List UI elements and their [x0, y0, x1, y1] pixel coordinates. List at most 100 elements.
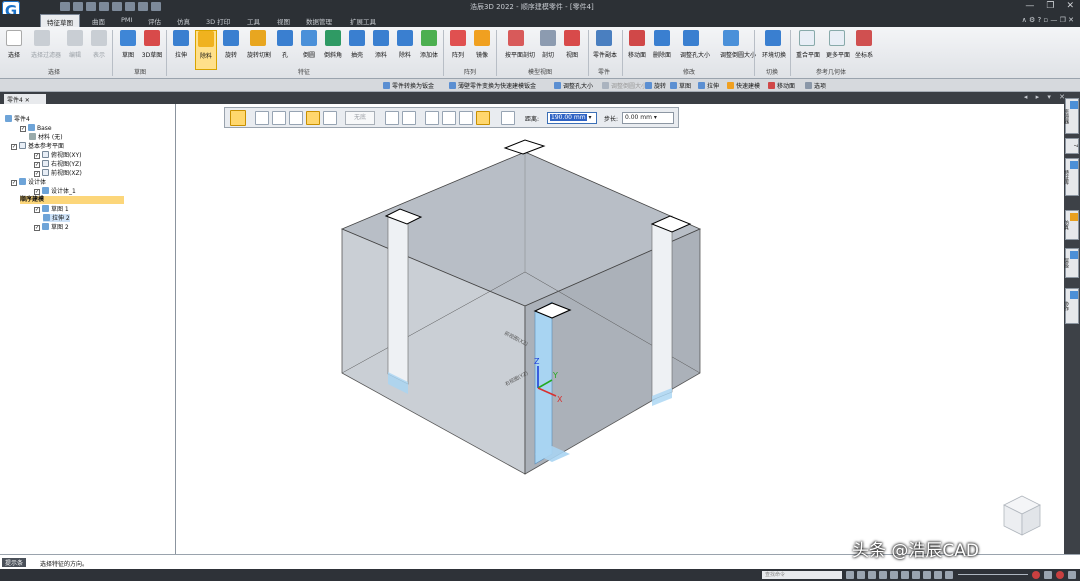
- remove-material-button[interactable]: 除料: [394, 30, 416, 59]
- extent-to-next-icon[interactable]: [442, 111, 456, 125]
- move-face-button[interactable]: 移动面: [626, 30, 648, 59]
- graphics-viewport[interactable]: Z Y X 前视图(XZ) 右视图(YZ): [176, 104, 1064, 554]
- pan-icon[interactable]: [879, 571, 887, 579]
- tree-item-yz-plane[interactable]: ✓ 右视图(YZ): [34, 160, 81, 168]
- resize-hole-button[interactable]: 调整孔大小: [680, 30, 710, 59]
- model-3d-view[interactable]: Z Y X 前视图(XZ) 右视图(YZ): [176, 104, 1064, 554]
- tree-item-design-body[interactable]: ✓ 设计体: [11, 178, 46, 186]
- resize-fillet-button[interactable]: 调整倒圆大小: [720, 30, 756, 59]
- revolve-button[interactable]: 旋转: [220, 30, 242, 59]
- tree-item-xy-plane[interactable]: ✓ 俯视图(XY): [34, 151, 81, 159]
- quick-modeling-command[interactable]: 快速建模: [727, 81, 760, 90]
- zoom-slider[interactable]: [958, 574, 1028, 575]
- treatment-icon[interactable]: [306, 111, 320, 125]
- move-face-command[interactable]: 移动面: [768, 81, 795, 90]
- tree-item-design-body-1[interactable]: ✓ 设计体_1: [34, 187, 76, 195]
- tab-simulation[interactable]: 仿真: [177, 16, 190, 26]
- tree-item-material[interactable]: 材料 (无): [29, 133, 63, 141]
- zoom-icon[interactable]: [857, 571, 865, 579]
- print-icon[interactable]: [125, 2, 135, 11]
- simulation-tab[interactable]: 仿真: [1063, 210, 1079, 240]
- settings-icon[interactable]: [151, 2, 161, 11]
- checkbox[interactable]: ✓: [11, 180, 17, 186]
- undo-icon[interactable]: [99, 2, 109, 11]
- mode-field[interactable]: 无底: [345, 111, 375, 125]
- command-search-input[interactable]: 查找命令: [762, 571, 842, 579]
- coincident-plane-button[interactable]: 重合平面: [796, 30, 820, 59]
- sketch-command[interactable]: 草图: [670, 81, 691, 90]
- ribbon-controls[interactable]: ∧ ⚙ ? ▫ — ❐ ✕: [1022, 16, 1074, 24]
- distance-input[interactable]: 190.00 mm ▾: [547, 112, 597, 124]
- help-panel-tab[interactable]: 7: [1065, 138, 1079, 154]
- checkbox[interactable]: ✓: [34, 225, 40, 231]
- redo-icon[interactable]: [112, 2, 122, 11]
- edit-button[interactable]: 编辑: [64, 30, 86, 59]
- open-file-icon[interactable]: [73, 2, 83, 11]
- environment-switch-button[interactable]: 环境切换: [762, 30, 786, 59]
- tab-data-management[interactable]: 数据管理: [306, 16, 332, 26]
- tree-item-base-planes[interactable]: ✓ 基本参考平面: [11, 142, 64, 150]
- document-nav[interactable]: ◂ ▸ ▾ ✕: [1024, 93, 1068, 101]
- measure-icon[interactable]: [138, 2, 148, 11]
- record-icon[interactable]: [1032, 571, 1040, 579]
- fit-icon[interactable]: [868, 571, 876, 579]
- revolve-cut-button[interactable]: 旋转切割: [247, 30, 271, 59]
- options-icon[interactable]: [501, 111, 515, 125]
- checkbox[interactable]: ✓: [11, 144, 17, 150]
- checkbox[interactable]: ✓: [34, 189, 40, 195]
- tab-3d-print[interactable]: 3D 打印: [206, 16, 230, 26]
- coordinate-system-button[interactable]: 坐标系: [853, 30, 875, 59]
- display-style-icon[interactable]: [934, 571, 942, 579]
- tab-evaluate[interactable]: 评估: [148, 16, 161, 26]
- resource-panel-tab[interactable]: 资源器: [1063, 98, 1079, 134]
- convert-to-sheetmetal-command[interactable]: 零件转换为钣金: [383, 81, 434, 90]
- cut-button[interactable]: 除料: [195, 30, 217, 70]
- 3d-sketch-button[interactable]: 3D草图: [141, 30, 163, 59]
- plane-section-button[interactable]: 按平面剖切: [505, 30, 535, 59]
- delete-face-button[interactable]: 删除面: [651, 30, 673, 59]
- layers-tab[interactable]: 层级: [1063, 248, 1079, 278]
- part-copy-button[interactable]: 零件副本: [593, 30, 617, 59]
- save-icon[interactable]: [86, 2, 96, 11]
- step-icon[interactable]: [230, 110, 246, 126]
- spin-icon[interactable]: [901, 571, 909, 579]
- maximize-button[interactable]: ❐: [1046, 1, 1054, 11]
- thinwall-to-sheetmetal-command[interactable]: 薄壁零件变换为快速建模钣金: [449, 81, 536, 90]
- pattern-button[interactable]: 阵列: [447, 30, 469, 59]
- checkbox[interactable]: ✓: [34, 153, 40, 159]
- select-filter-button[interactable]: 选择过滤器: [31, 30, 61, 59]
- resize-fillet-command[interactable]: 调整倒圆大小: [602, 81, 647, 90]
- close-icon[interactable]: ✕: [25, 97, 30, 104]
- extent-icon[interactable]: [289, 111, 303, 125]
- profile-icon[interactable]: [255, 111, 269, 125]
- revolve-command[interactable]: 旋转: [645, 81, 666, 90]
- checkbox[interactable]: ✓: [34, 162, 40, 168]
- body-select-icon[interactable]: [323, 111, 337, 125]
- tab-view[interactable]: 视图: [277, 16, 290, 26]
- sketch-plane-icon[interactable]: [272, 111, 286, 125]
- tree-item-sketch-1[interactable]: ✓ 草图 1: [34, 205, 69, 213]
- checkbox[interactable]: ✓: [34, 207, 40, 213]
- direction-icon[interactable]: [402, 111, 416, 125]
- sketch-button[interactable]: 草图: [117, 30, 139, 59]
- fillet-button[interactable]: 倒圆: [298, 30, 320, 59]
- options-command[interactable]: 选项: [805, 81, 826, 90]
- feature-library-tab[interactable]: 特征库: [1063, 158, 1079, 196]
- shell-button[interactable]: 抽壳: [346, 30, 368, 59]
- extrude-button[interactable]: 拉伸: [170, 30, 192, 59]
- step-input[interactable]: 0.00 mm ▾: [622, 112, 674, 124]
- select-button[interactable]: 选择: [3, 30, 25, 59]
- add-material-button[interactable]: 添料: [370, 30, 392, 59]
- extent-finite-icon[interactable]: [476, 111, 490, 125]
- corner-cut-back[interactable]: [503, 139, 546, 155]
- tree-item-base[interactable]: ✓ Base: [20, 124, 52, 132]
- hole-button[interactable]: 孔: [274, 30, 296, 59]
- checkbox[interactable]: ✓: [20, 126, 26, 132]
- tree-item-sequential-modeling[interactable]: 顺序建模: [20, 196, 124, 204]
- stop-icon[interactable]: [1044, 571, 1052, 579]
- tree-item-xz-plane[interactable]: ✓ 前视图(XZ): [34, 169, 82, 177]
- section-button[interactable]: 剖切: [537, 30, 559, 59]
- tree-item-part[interactable]: 零件4: [5, 115, 30, 123]
- tree-item-sketch-2[interactable]: ✓ 草图 2: [34, 223, 69, 231]
- tab-extensions[interactable]: 扩展工具: [350, 16, 376, 26]
